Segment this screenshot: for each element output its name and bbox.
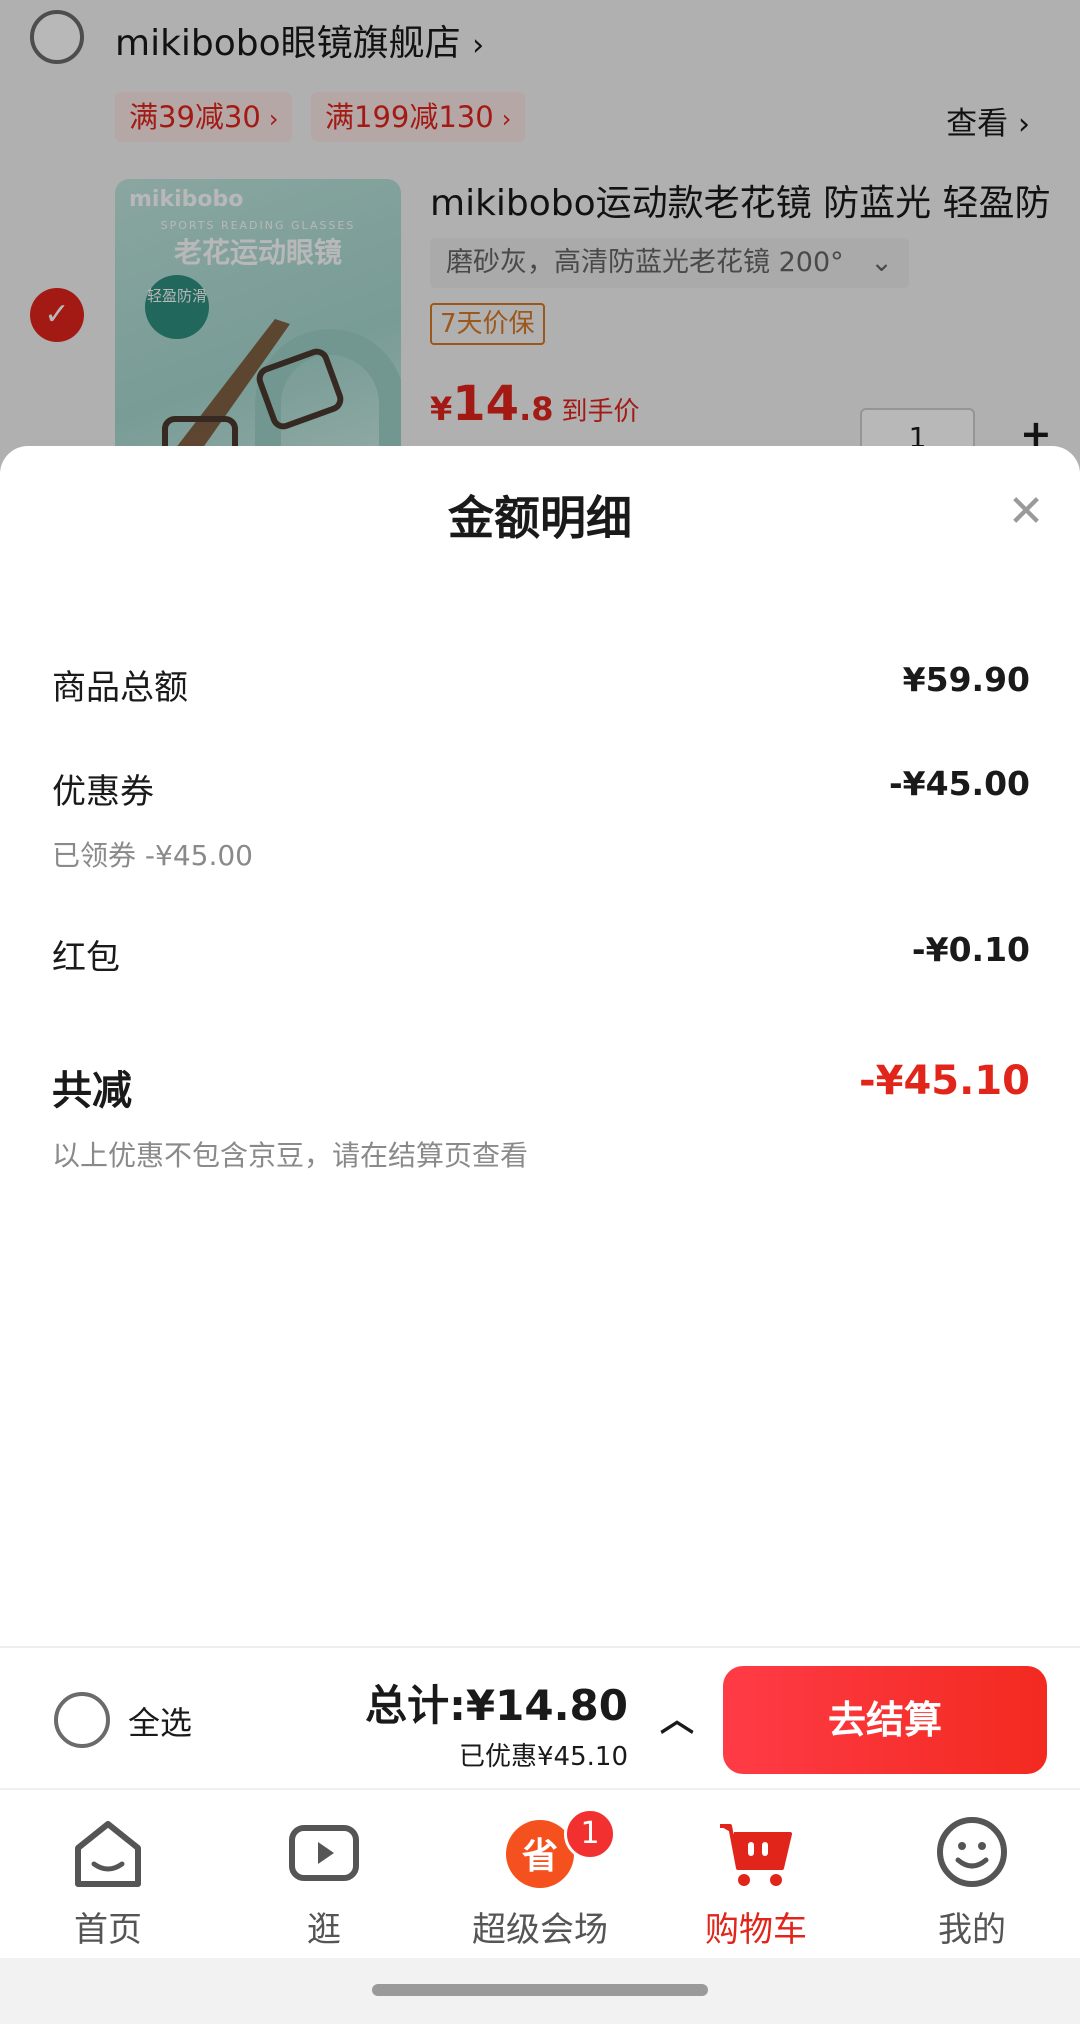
tab-browse[interactable]: 逛: [216, 1790, 432, 1960]
home-indicator[interactable]: [372, 1984, 708, 1996]
cart-icon: [720, 1824, 792, 1886]
tab-super-venue[interactable]: 省 1 超级会场: [432, 1790, 648, 1960]
tab-label: 超级会场: [472, 1910, 608, 1950]
coupon-label: 优惠券: [52, 772, 154, 812]
total-discount-value: -¥45.10: [859, 1058, 1030, 1104]
sheet-title: 金额明细: [448, 491, 632, 545]
discount-footnote: 以上优惠不包含京豆，请在结算页查看: [52, 1139, 529, 1172]
tab-home[interactable]: 首页: [0, 1790, 216, 1960]
system-navigation-bar: [0, 1958, 1080, 2024]
smile-face-icon: [937, 1817, 1007, 1887]
goods-total-label: 商品总额: [52, 668, 188, 708]
order-total: 总计:¥14.80: [365, 1681, 628, 1730]
select-all-label[interactable]: 全选: [128, 1698, 192, 1744]
modal-overlay[interactable]: [0, 0, 1080, 480]
video-icon: [289, 1825, 359, 1881]
coupon-note: 已领券 -¥45.00: [52, 839, 253, 872]
checkout-button[interactable]: 去结算: [723, 1666, 1047, 1774]
goods-total-value: ¥59.90: [902, 660, 1030, 699]
bottom-tab-bar: 首页 逛 省 1 超级会场 购物车 我的: [0, 1788, 1080, 1958]
tab-mine[interactable]: 我的: [864, 1790, 1080, 1960]
tab-label: 购物车: [705, 1910, 807, 1950]
svg-text:省: 省: [522, 1836, 558, 1877]
tab-label: 首页: [74, 1910, 142, 1950]
coupon-value: -¥45.00: [888, 764, 1030, 803]
order-saved: 已优惠¥45.10: [459, 1742, 628, 1772]
amount-details-sheet: 金额明细 ✕ 商品总额 ¥59.90 优惠券 -¥45.00 已领券 -¥45.…: [0, 446, 1080, 1646]
close-icon[interactable]: ✕: [1000, 486, 1052, 538]
home-icon: [75, 1821, 141, 1887]
select-all-radio[interactable]: [54, 1692, 110, 1748]
total-discount-label: 共减: [52, 1068, 132, 1114]
tab-cart[interactable]: 购物车: [648, 1790, 864, 1960]
notification-badge: 1: [564, 1808, 616, 1860]
tab-label: 逛: [307, 1910, 341, 1950]
red-packet-label: 红包: [52, 938, 120, 978]
checkout-bar: 全选 总计:¥14.80 已优惠¥45.10 ︿ 去结算: [0, 1646, 1080, 1788]
tab-label: 我的: [938, 1910, 1006, 1950]
red-packet-value: -¥0.10: [911, 930, 1030, 969]
chevron-up-icon[interactable]: ︿: [660, 1692, 694, 1741]
